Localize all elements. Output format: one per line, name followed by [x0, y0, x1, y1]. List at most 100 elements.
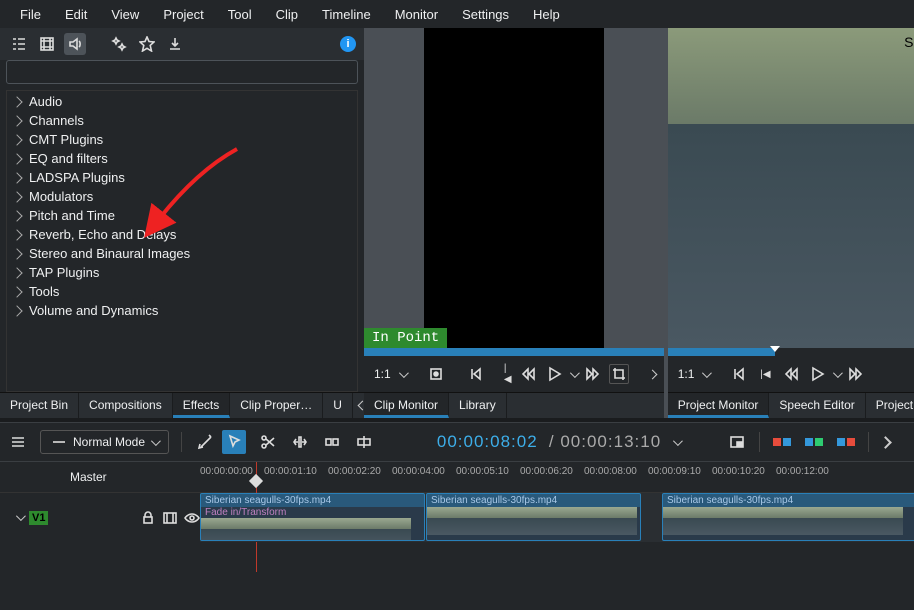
tree-item-pitch[interactable]: Pitch and Time	[7, 206, 357, 225]
overwrite-icon[interactable]	[354, 432, 374, 452]
tab-compositions[interactable]: Compositions	[79, 393, 173, 418]
clip-scrub[interactable]	[364, 348, 664, 356]
ruler-tick: 00:00:10:20	[712, 466, 765, 477]
clip-effects-label: Fade in/Transform	[201, 507, 424, 518]
menu-help[interactable]: Help	[521, 1, 572, 28]
forward-icon[interactable]	[583, 364, 603, 384]
crop-icon[interactable]	[609, 364, 629, 384]
rewind-start-2-icon[interactable]	[729, 364, 749, 384]
tab-project-monitor[interactable]: Project Monitor	[668, 393, 770, 418]
flag-2-icon[interactable]	[804, 432, 824, 452]
film-icon[interactable]	[36, 33, 58, 55]
eye-icon[interactable]	[184, 510, 200, 526]
tab-project-notes[interactable]: Project N	[866, 393, 914, 418]
menu-project[interactable]: Project	[151, 1, 215, 28]
tree-item-tools[interactable]: Tools	[7, 282, 357, 301]
forward-2-icon[interactable]	[846, 364, 866, 384]
track-expand-icon[interactable]	[16, 511, 26, 521]
left-panel-tabs: Project Bin Compositions Effects Clip Pr…	[0, 392, 364, 418]
audio-icon[interactable]	[64, 33, 86, 55]
next-icon[interactable]	[647, 369, 657, 379]
play-2-icon[interactable]	[807, 364, 827, 384]
tab-u[interactable]: U	[323, 393, 353, 418]
clip-monitor-controls: 1:1 |◀	[364, 356, 664, 392]
tree-item-modulators[interactable]: Modulators	[7, 187, 357, 206]
timeline-clip[interactable]: Siberian seagulls-30fps.mp4Fade in/Trans…	[200, 493, 425, 541]
tab-effects[interactable]: Effects	[173, 393, 230, 418]
toolbar-more-icon[interactable]	[880, 436, 893, 449]
tree-item-volume[interactable]: Volume and Dynamics	[7, 301, 357, 320]
tree-item-ladspa[interactable]: LADSPA Plugins	[7, 168, 357, 187]
frame-text-overlay: Sibe	[904, 34, 914, 50]
zoom-ratio[interactable]: 1:1	[372, 367, 393, 381]
timeline-clip[interactable]: Siberian seagulls-30fps.mp4	[426, 493, 641, 541]
step-back-icon[interactable]: |◀	[492, 364, 512, 384]
zoom-dropdown-2-icon[interactable]	[702, 368, 712, 378]
effects-search-input[interactable]	[6, 60, 358, 84]
timeline: Master 00:00:00:0000:00:01:1000:00:02:20…	[0, 462, 914, 542]
track-content-v1[interactable]: Siberian seagulls-30fps.mp4Fade in/Trans…	[200, 493, 914, 542]
timecode-dropdown-icon[interactable]	[673, 436, 683, 446]
tab-clip-monitor[interactable]: Clip Monitor	[364, 393, 449, 418]
timeline-toolbar: Normal Mode 00:00:08:02 / 00:00:13:10	[0, 422, 914, 462]
insert-icon[interactable]	[322, 432, 342, 452]
pip-icon[interactable]	[727, 432, 747, 452]
timeline-clip[interactable]: Siberian seagulls-30fps.mp4	[662, 493, 914, 541]
zoom-ratio-2[interactable]: 1:1	[676, 367, 697, 381]
menu-settings[interactable]: Settings	[450, 1, 521, 28]
step-back-2-icon[interactable]: |◀	[755, 364, 775, 384]
tree-item-eq[interactable]: EQ and filters	[7, 149, 357, 168]
download-icon[interactable]	[164, 33, 186, 55]
tab-speech-editor[interactable]: Speech Editor	[769, 393, 865, 418]
rewind-start-icon[interactable]	[466, 364, 486, 384]
tree-item-channels[interactable]: Channels	[7, 111, 357, 130]
timeline-ruler[interactable]: 00:00:00:0000:00:01:1000:00:02:2000:00:0…	[200, 462, 914, 492]
project-monitor-frame[interactable]: Sibe	[668, 28, 914, 348]
effects-tree: Audio Channels CMT Plugins EQ and filter…	[6, 90, 358, 392]
tab-library[interactable]: Library	[449, 393, 507, 418]
star-icon[interactable]	[136, 33, 158, 55]
track-head-v1[interactable]: V1	[0, 493, 200, 542]
set-in-icon[interactable]	[426, 364, 446, 384]
menu-clip[interactable]: Clip	[264, 1, 310, 28]
pointer-tool-icon[interactable]	[222, 430, 246, 454]
tree-view-icon[interactable]	[8, 33, 30, 55]
play-dropdown-icon[interactable]	[570, 368, 580, 378]
spacer-icon[interactable]	[290, 432, 310, 452]
menu-file[interactable]: File	[8, 1, 53, 28]
star-sparkle-icon[interactable]	[108, 33, 130, 55]
menu-monitor[interactable]: Monitor	[383, 1, 450, 28]
clip-title: Siberian seagulls-30fps.mp4	[663, 494, 914, 507]
rewind-2-icon[interactable]	[781, 364, 801, 384]
menu-view[interactable]: View	[99, 1, 151, 28]
tree-item-reverb[interactable]: Reverb, Echo and Delays	[7, 225, 357, 244]
lock-icon[interactable]	[140, 510, 156, 526]
tree-item-audio[interactable]: Audio	[7, 92, 357, 111]
clip-monitor-frame[interactable]: In Point	[364, 28, 664, 348]
scissors-icon[interactable]	[258, 432, 278, 452]
rewind-icon[interactable]	[518, 364, 538, 384]
track-badge-v1[interactable]: V1	[29, 511, 48, 525]
ruler-tick: 00:00:02:20	[328, 466, 381, 477]
menu-timeline[interactable]: Timeline	[310, 1, 383, 28]
tree-item-tap[interactable]: TAP Plugins	[7, 263, 357, 282]
timecode-display[interactable]: 00:00:08:02 / 00:00:13:10	[437, 432, 661, 453]
menu-tool[interactable]: Tool	[216, 1, 264, 28]
mode-select[interactable]: Normal Mode	[40, 430, 169, 454]
play-icon[interactable]	[544, 364, 564, 384]
play-dropdown-2-icon[interactable]	[833, 368, 843, 378]
menu-edit[interactable]: Edit	[53, 1, 99, 28]
tab-project-bin[interactable]: Project Bin	[0, 393, 79, 418]
film-track-icon[interactable]	[162, 510, 178, 526]
tree-item-cmt[interactable]: CMT Plugins	[7, 130, 357, 149]
magic-wand-icon[interactable]	[194, 430, 218, 454]
tree-item-stereo[interactable]: Stereo and Binaural Images	[7, 244, 357, 263]
hamburger-icon[interactable]	[8, 432, 28, 452]
zoom-dropdown-icon[interactable]	[399, 368, 409, 378]
flag-3-icon[interactable]	[836, 432, 856, 452]
tab-clip-properties[interactable]: Clip Proper…	[230, 393, 323, 418]
menubar: File Edit View Project Tool Clip Timelin…	[0, 0, 914, 28]
project-scrub[interactable]	[668, 348, 914, 356]
flag-1-icon[interactable]	[772, 432, 792, 452]
info-icon[interactable]: i	[340, 36, 356, 52]
